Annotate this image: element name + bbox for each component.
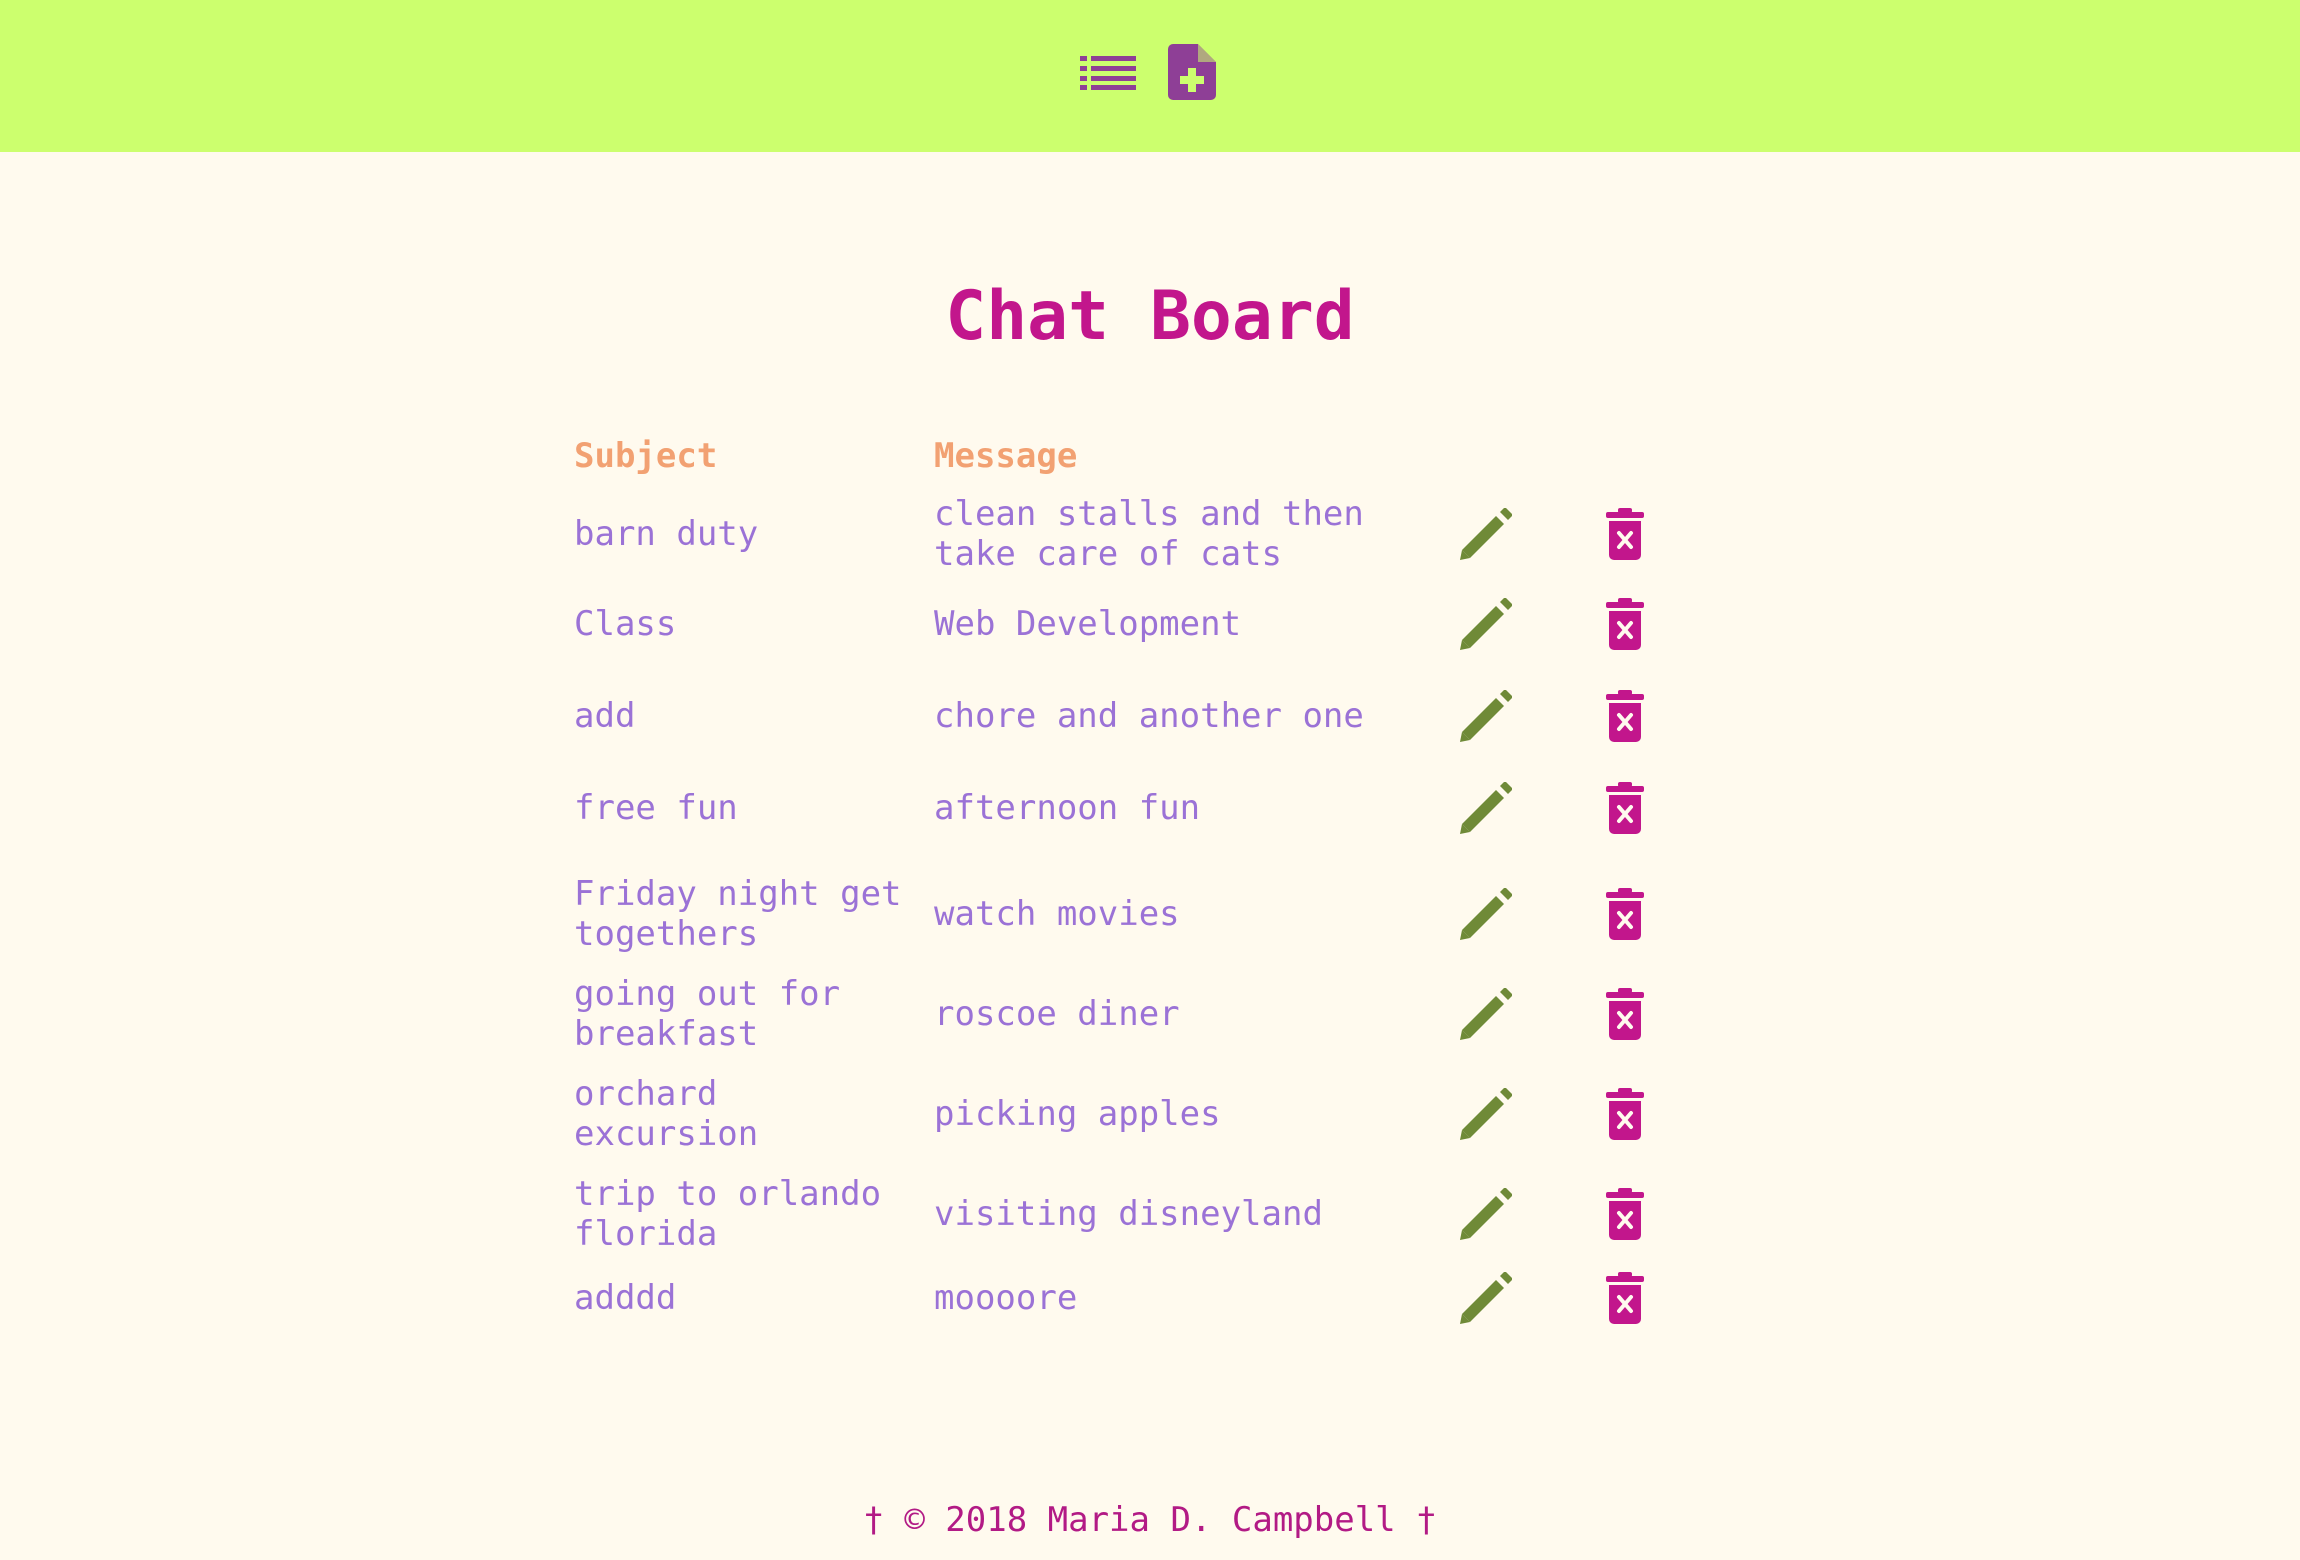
- pencil-icon[interactable]: [1460, 598, 1512, 650]
- subject-cell: free fun: [574, 788, 738, 828]
- footer-copyright: † © 2018 Maria D. Campbell †: [863, 1500, 1437, 1540]
- pencil-icon[interactable]: [1460, 1272, 1512, 1324]
- message-cell: chore and another one: [934, 696, 1364, 736]
- trash-x-icon[interactable]: [1606, 1188, 1644, 1240]
- trash-x-icon[interactable]: [1606, 690, 1644, 742]
- trash-x-icon[interactable]: [1606, 988, 1644, 1040]
- message-cell: clean stalls and then take care of cats: [934, 494, 1364, 574]
- message-cell: Web Development: [934, 604, 1242, 644]
- subject-cell: barn duty: [574, 514, 759, 554]
- table-row: add chore and another one: [0, 684, 2300, 748]
- table-row: trip to orlando florida visiting disneyla…: [0, 1166, 2300, 1262]
- subject-cell: Class: [574, 604, 677, 644]
- table-row: Friday night get togethers watch movies: [0, 866, 2300, 962]
- subject-cell: going out for breakfast: [574, 974, 841, 1054]
- trash-x-icon[interactable]: [1606, 888, 1644, 940]
- message-cell: visiting disneyland: [934, 1194, 1323, 1234]
- pencil-icon[interactable]: [1460, 1188, 1512, 1240]
- message-cell: afternoon fun: [934, 788, 1201, 828]
- message-cell: picking apples: [934, 1094, 1221, 1134]
- file-plus-icon[interactable]: [1168, 44, 1216, 100]
- message-cell: roscoe diner: [934, 994, 1180, 1034]
- top-nav-bar: [0, 0, 2300, 152]
- trash-x-icon[interactable]: [1606, 782, 1644, 834]
- pencil-icon[interactable]: [1460, 782, 1512, 834]
- subject-cell: Friday night get togethers: [574, 874, 902, 954]
- table-row: barn duty clean stalls and then take care…: [0, 486, 2300, 582]
- pencil-icon[interactable]: [1460, 888, 1512, 940]
- subject-cell: orchard excursion: [574, 1074, 759, 1154]
- table-row: orchard excursion picking apples: [0, 1066, 2300, 1162]
- pencil-icon[interactable]: [1460, 1088, 1512, 1140]
- column-header-subject: Subject: [574, 436, 718, 476]
- list-icon[interactable]: [1080, 52, 1136, 92]
- table-row: adddd moooore: [0, 1266, 2300, 1330]
- subject-cell: trip to orlando florida: [574, 1174, 882, 1254]
- table-row: going out for breakfast roscoe diner: [0, 966, 2300, 1062]
- message-cell: watch movies: [934, 894, 1180, 934]
- pencil-icon[interactable]: [1460, 508, 1512, 560]
- subject-cell: adddd: [574, 1278, 677, 1318]
- trash-x-icon[interactable]: [1606, 598, 1644, 650]
- pencil-icon[interactable]: [1460, 690, 1512, 742]
- table-row: free fun afternoon fun: [0, 776, 2300, 840]
- subject-cell: add: [574, 696, 636, 736]
- trash-x-icon[interactable]: [1606, 1272, 1644, 1324]
- trash-x-icon[interactable]: [1606, 1088, 1644, 1140]
- pencil-icon[interactable]: [1460, 988, 1512, 1040]
- message-cell: moooore: [934, 1278, 1078, 1318]
- column-header-message: Message: [934, 436, 1078, 476]
- table-row: Class Web Development: [0, 592, 2300, 656]
- page-title: Chat Board: [945, 277, 1355, 356]
- trash-x-icon[interactable]: [1606, 508, 1644, 560]
